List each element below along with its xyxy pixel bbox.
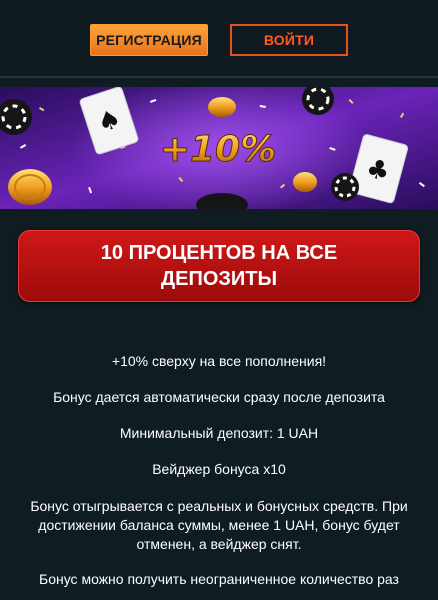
promo-banner: ♠ ♣ +10% [0, 87, 438, 209]
promo-text-1: +10% сверху на все пополнения! [111, 353, 327, 369]
promo-text-3: Минимальный депозит: 1 UAH [119, 425, 319, 441]
promo-text-4: Вейджер бонуса x10 [152, 461, 286, 477]
promo-text-5: Бонус отыгрывается с реальных и бонусных… [30, 498, 408, 552]
promo-text-2: Бонус дается автоматически сразу после д… [53, 389, 385, 405]
poker-chip-bottom-right [331, 173, 359, 201]
banner-promo-text: +10% [160, 129, 276, 170]
login-button[interactable]: ВОЙТИ [230, 24, 348, 56]
banner-illustration: ♠ ♣ +10% [0, 87, 438, 209]
register-button[interactable]: РЕГИСТРАЦИЯ [90, 24, 208, 56]
header-divider [0, 76, 438, 78]
gold-coin-left [8, 169, 52, 205]
promo-title: 10 ПРОЦЕНТОВ НА ВСЕ ДЕПОЗИТЫ [18, 230, 420, 302]
site-header: РЕГИСТРАЦИЯ ВОЙТИ [0, 0, 438, 78]
gold-coin-top [208, 97, 236, 117]
promo-text-6: Бонус можно получить неограниченное коли… [39, 571, 399, 587]
gold-coin-right [293, 172, 317, 192]
